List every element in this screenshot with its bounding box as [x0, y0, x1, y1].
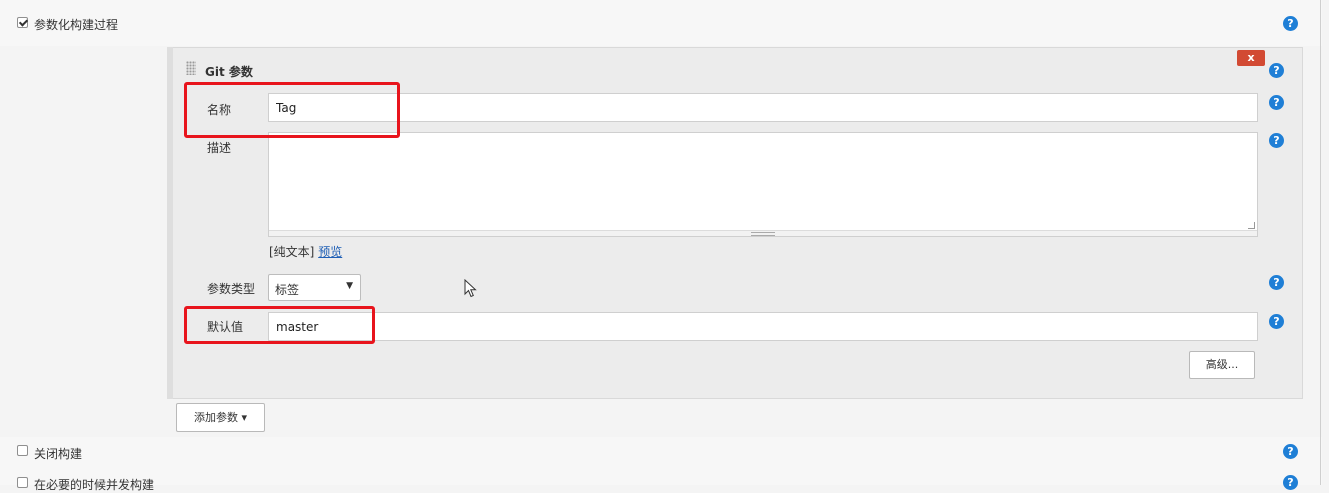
- disable-build-checkbox[interactable]: [17, 445, 28, 456]
- format-links: [纯文本] 预览: [269, 243, 342, 260]
- caret-down-icon: ▾: [241, 411, 248, 424]
- concurrent-build-checkbox[interactable]: [17, 477, 28, 488]
- parameter-type-value: 标签: [275, 283, 300, 297]
- panel-left-bar: [167, 47, 173, 399]
- highlight-name-annotation: [184, 82, 400, 138]
- git-parameter-title: Git 参数: [205, 65, 253, 79]
- options-band: [0, 437, 1322, 485]
- highlight-default-annotation: [184, 306, 375, 344]
- help-icon[interactable]: ?: [1283, 475, 1298, 490]
- help-icon[interactable]: ?: [1283, 16, 1298, 31]
- plain-text-label: [纯文本]: [269, 245, 315, 259]
- parameter-type-select[interactable]: 标签 ▼: [268, 274, 361, 301]
- default-value-input[interactable]: [268, 312, 1258, 341]
- help-icon[interactable]: ?: [1283, 444, 1298, 459]
- drag-handle-icon[interactable]: [186, 61, 196, 75]
- description-label: 描述: [207, 141, 232, 155]
- resize-icon[interactable]: [1248, 222, 1255, 229]
- parameterized-build-label: 参数化构建过程: [34, 18, 119, 32]
- textarea-resize-handle[interactable]: [269, 230, 1257, 236]
- dropdown-arrow-icon: ▼: [346, 281, 353, 291]
- help-icon[interactable]: ?: [1269, 314, 1284, 329]
- help-icon[interactable]: ?: [1269, 133, 1284, 148]
- mouse-cursor-icon: [464, 279, 477, 298]
- parameter-type-label: 参数类型: [207, 282, 256, 296]
- section-header-band: [0, 0, 1322, 46]
- add-parameter-button[interactable]: 添加参数 ▾: [176, 403, 265, 432]
- help-icon[interactable]: ?: [1269, 275, 1284, 290]
- parameterized-build-checkbox[interactable]: [17, 17, 28, 28]
- preview-link[interactable]: 预览: [318, 245, 342, 259]
- right-border: [1320, 0, 1321, 485]
- disable-build-label: 关闭构建: [34, 447, 83, 461]
- help-icon[interactable]: ?: [1269, 63, 1284, 78]
- help-icon[interactable]: ?: [1269, 95, 1284, 110]
- name-input[interactable]: [268, 93, 1258, 122]
- delete-parameter-button[interactable]: x: [1237, 50, 1265, 66]
- description-textarea[interactable]: [268, 132, 1258, 237]
- advanced-button[interactable]: 高级...: [1189, 351, 1255, 379]
- add-parameter-label: 添加参数: [193, 411, 238, 424]
